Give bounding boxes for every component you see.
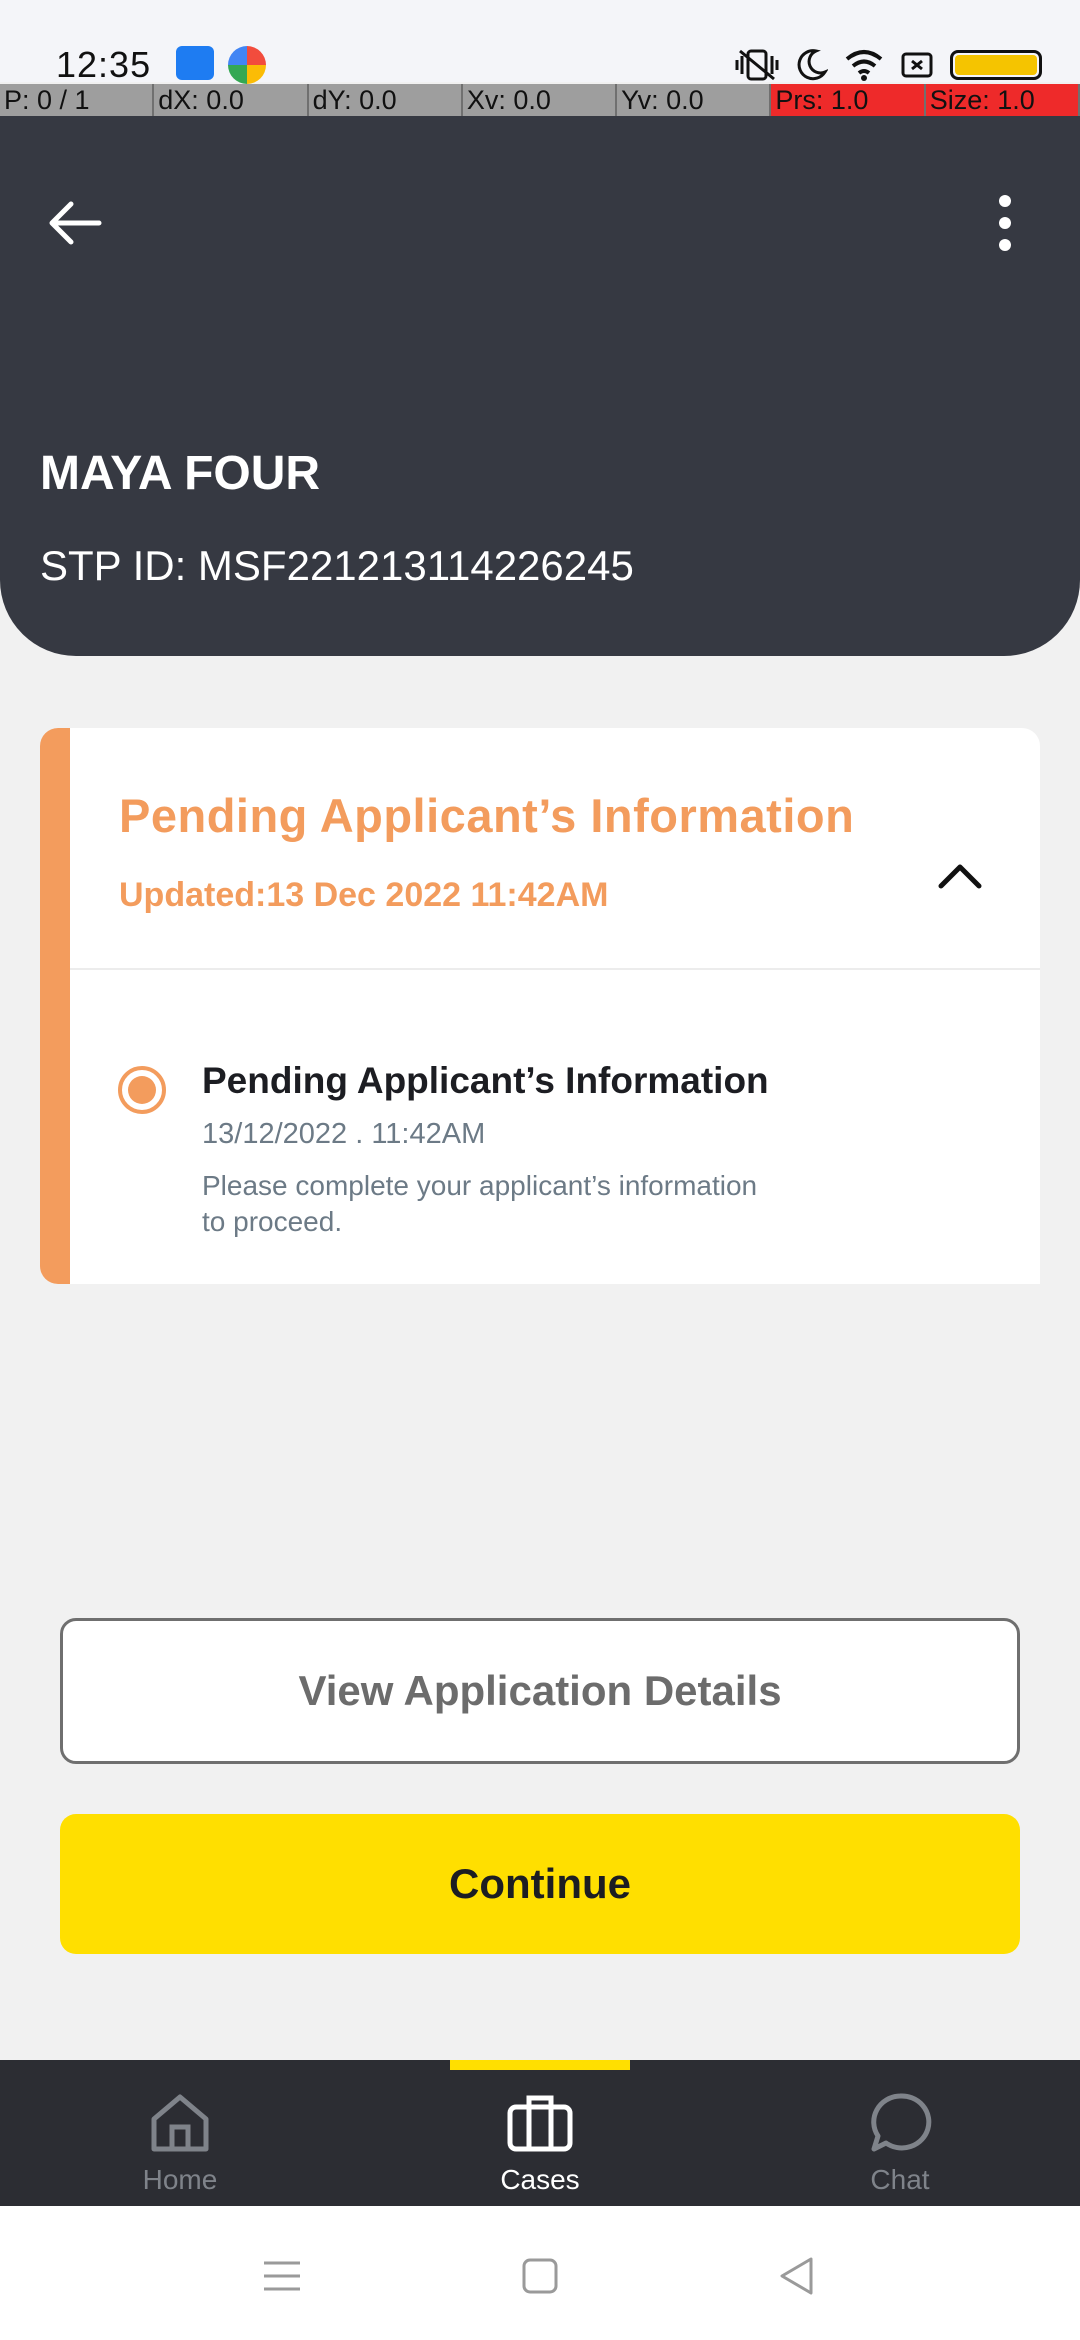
status-card-title: Pending Applicant’s Information xyxy=(119,789,855,842)
step-status-radio-icon xyxy=(118,1066,166,1114)
more-vertical-icon xyxy=(999,195,1011,251)
status-bar: 12:35 xyxy=(0,0,1080,85)
nav-item-chat[interactable]: Chat xyxy=(720,2060,1080,2206)
back-system-button[interactable] xyxy=(766,2246,826,2306)
do-not-disturb-icon xyxy=(797,49,828,81)
browser-icon xyxy=(228,46,266,84)
android-debug-icon xyxy=(176,46,214,80)
debug-dx: dX: 0.0 xyxy=(154,84,309,116)
status-time: 12:35 xyxy=(56,44,152,85)
collapse-button[interactable] xyxy=(930,846,990,906)
arrow-left-icon xyxy=(49,201,102,245)
wifi-icon xyxy=(845,50,883,81)
debug-xv: Xv: 0.0 xyxy=(463,84,618,116)
debug-yv: Yv: 0.0 xyxy=(617,84,772,116)
pointer-location-overlay: P: 0 / 1 dX: 0.0 dY: 0.0 Xv: 0.0 Yv: 0.0… xyxy=(0,84,1080,116)
debug-size: Size: 1.0 xyxy=(925,84,1080,116)
home-system-button[interactable] xyxy=(510,2246,570,2306)
applicant-name: MAYA FOUR xyxy=(40,447,321,500)
debug-prs: Prs: 1.0 xyxy=(771,84,926,116)
vibrate-icon xyxy=(735,49,779,81)
continue-button[interactable]: Continue xyxy=(60,1814,1020,1954)
sim-icon xyxy=(901,52,933,78)
home-icon xyxy=(147,2090,213,2156)
application-status-card: Pending Applicant’s Information Updated:… xyxy=(40,728,1040,1284)
nav-label-chat: Chat xyxy=(870,2164,930,2195)
chat-icon xyxy=(867,2090,933,2156)
step-description: Please complete your applicant’s informa… xyxy=(202,1170,758,1237)
battery-icon xyxy=(950,50,1042,80)
nav-label-cases: Cases xyxy=(500,2164,580,2195)
recents-button[interactable] xyxy=(252,2246,312,2306)
more-options-button[interactable] xyxy=(970,188,1040,258)
menu-icon xyxy=(264,2261,300,2291)
square-icon xyxy=(522,2258,558,2294)
case-header: MAYA FOUR STP ID: MSF221213114226245 xyxy=(0,116,1080,656)
view-application-details-button[interactable]: View Application Details xyxy=(60,1618,1020,1764)
step-title: Pending Applicant’s Information xyxy=(202,1060,769,1101)
triangle-back-icon xyxy=(780,2257,813,2295)
back-button[interactable] xyxy=(40,188,110,258)
briefcase-icon xyxy=(507,2090,573,2156)
card-accent-bar xyxy=(40,728,70,1284)
status-icons xyxy=(734,46,1042,84)
nav-label-home: Home xyxy=(142,2164,218,2195)
status-card-updated: Updated:13 Dec 2022 11:42AM xyxy=(119,876,609,914)
step-date: 13/12/2022 . 11:42AM xyxy=(202,1118,486,1150)
card-divider xyxy=(70,968,1040,970)
debug-pointer: P: 0 / 1 xyxy=(0,84,155,116)
bottom-navigation: Home Cases Chat xyxy=(0,2060,1080,2206)
debug-dy: dY: 0.0 xyxy=(309,84,463,116)
chevron-up-icon xyxy=(938,864,982,889)
system-navigation-bar xyxy=(0,2206,1080,2340)
stp-id: STP ID: MSF221213114226245 xyxy=(40,542,634,589)
nav-item-cases[interactable]: Cases xyxy=(360,2060,720,2206)
active-tab-indicator xyxy=(450,2060,630,2070)
nav-item-home[interactable]: Home xyxy=(0,2060,360,2206)
